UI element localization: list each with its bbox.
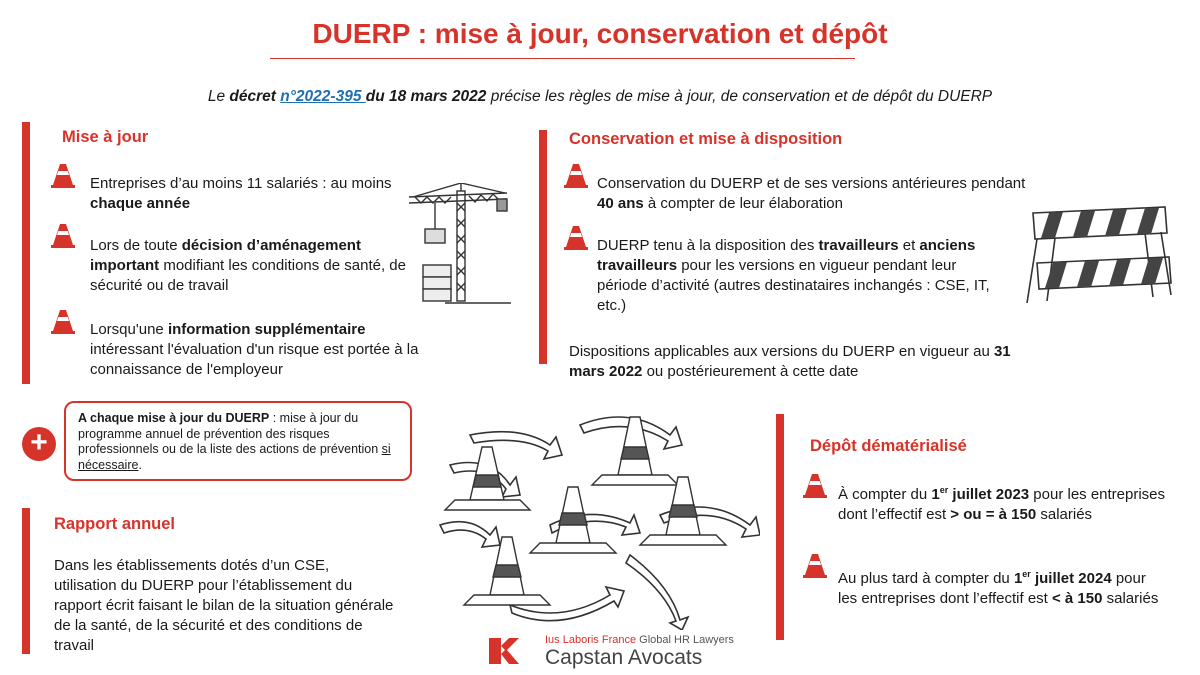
logo-tagline: Ius Laboris France Global HR Lawyers: [545, 634, 734, 646]
traffic-cone-icon: [51, 224, 75, 248]
depot-item-2: Au plus tard à compter du 1er juillet 20…: [838, 564, 1168, 609]
dispositions-text: Dispositions applicables aux versions du…: [569, 342, 1039, 382]
section-bar-conservation: [539, 130, 547, 364]
traffic-cone-icon: [564, 226, 588, 250]
mise-a-jour-item-1: Entreprises d’au moins 11 salariés : au …: [90, 174, 410, 214]
section-bar-mise-a-jour: [22, 122, 30, 384]
item-text: Lors de toute: [90, 237, 182, 254]
item-bold: information supplémentaire: [167, 321, 366, 338]
title-underline: [270, 58, 855, 59]
item-bold: 1: [931, 486, 940, 503]
traffic-cone-icon: [51, 164, 75, 188]
section-title-mise-a-jour: Mise à jour: [62, 128, 149, 146]
item-sup: er: [939, 485, 949, 495]
item-bold: 40 ans: [597, 195, 644, 212]
item-text: et: [898, 237, 920, 254]
subtitle-date: du 18 mars 2022: [365, 88, 487, 105]
section-bar-depot: [776, 414, 784, 640]
page-title: DUERP : mise à jour, conservation et dép…: [312, 18, 888, 49]
conservation-item-2: DUERP tenu à la disposition des travaill…: [597, 236, 1007, 316]
plus-icon: +: [22, 427, 56, 461]
cones-arrows-illustration: [438, 416, 760, 630]
conservation-item-1: Conservation du DUERP et de ses versions…: [597, 174, 1037, 214]
item-text: Dispositions applicables aux versions du…: [569, 343, 994, 360]
item-text: Conservation du DUERP et de ses versions…: [597, 175, 1026, 192]
item-text: DUERP tenu à la disposition des: [597, 237, 819, 254]
item-bold: < à 150: [1052, 590, 1103, 607]
item-text: Au plus tard à compter du: [838, 570, 1014, 587]
item-text: À compter du: [838, 486, 932, 503]
subtitle-suffix: précise les règles de mise à jour, de co…: [486, 88, 993, 105]
logo-name: Capstan Avocats: [545, 646, 703, 669]
subtitle-prefix: Le: [207, 88, 230, 105]
barrier-illustration: [1026, 206, 1172, 304]
traffic-cone-icon: [564, 164, 588, 188]
traffic-cone-icon: [51, 310, 75, 334]
item-text: ou postérieurement à cette date: [642, 363, 859, 380]
item-text: salariés: [1102, 590, 1159, 607]
item-text: Entreprises d’au moins 11 salariés : au …: [90, 175, 392, 192]
item-bold: chaque année: [90, 195, 191, 212]
section-title-depot: Dépôt dématérialisé: [810, 437, 967, 455]
item-bold: juillet 2024: [1030, 570, 1112, 587]
rapport-text: Dans les établissements dotés d’un CSE, …: [54, 557, 394, 654]
capstan-logo-icon: [489, 638, 519, 664]
item-text: Lorsqu'une: [90, 321, 168, 338]
logo-tagline-red: Ius Laboris France: [545, 634, 637, 646]
traffic-cone-icon: [803, 474, 827, 498]
section-title-rapport: Rapport annuel: [54, 515, 176, 533]
section-bar-rapport: [22, 508, 30, 654]
subtitle-decree-word: décret: [229, 88, 281, 105]
callout-box: A chaque mise à jour du DUERP : mise à j…: [64, 401, 412, 481]
item-bold: > ou = à 150: [950, 506, 1037, 523]
callout-bold: A chaque mise à jour du DUERP: [78, 411, 270, 425]
item-sup: er: [1022, 569, 1031, 579]
callout-end: .: [138, 457, 142, 472]
decree-link[interactable]: n°2022-395: [280, 88, 365, 105]
item-bold: juillet 2023: [948, 486, 1030, 503]
subtitle: Le décret n°2022-395 du 18 mars 2022 pré…: [0, 88, 1200, 106]
mise-a-jour-item-3: Lorsqu'une information supplémentaire in…: [90, 320, 420, 380]
item-text: intéressant l'évaluation d'un risque est…: [90, 341, 419, 378]
item-text: salariés: [1036, 506, 1093, 523]
mise-a-jour-item-2: Lors de toute décision d’aménagement imp…: [90, 236, 420, 296]
section-title-conservation: Conservation et mise à disposition: [569, 130, 843, 148]
crane-illustration: [408, 183, 511, 304]
logo-tagline-rest: Global HR Lawyers: [636, 634, 734, 646]
item-text: à compter de leur élaboration: [643, 195, 843, 212]
item-bold: travailleurs: [818, 237, 899, 254]
depot-item-1: À compter du 1er juillet 2023 pour les e…: [838, 480, 1168, 525]
traffic-cone-icon: [803, 554, 827, 578]
